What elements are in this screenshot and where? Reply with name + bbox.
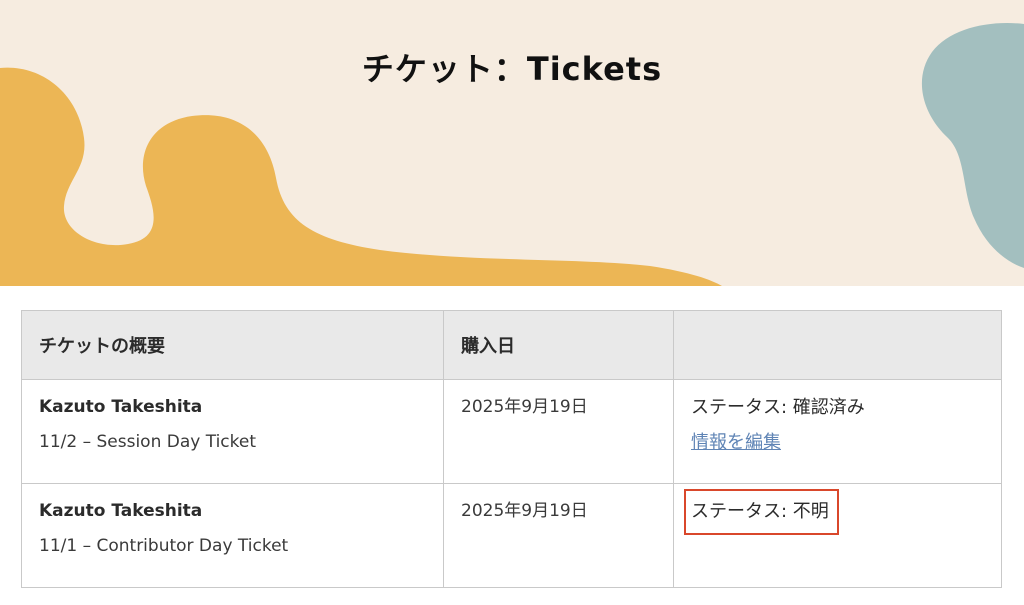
hero-banner: チケット：Tickets bbox=[0, 0, 1024, 286]
decorative-blobs bbox=[0, 23, 1024, 286]
edit-info-link[interactable]: 情報を編集 bbox=[691, 425, 1001, 461]
tickets-table: チケットの概要 購入日 Kazuto Takeshita 11/2 – Sess… bbox=[21, 310, 1002, 588]
attendee-name: Kazuto Takeshita bbox=[39, 501, 203, 521]
ticket-type: 11/1 – Contributor Day Ticket bbox=[39, 536, 289, 556]
purchase-date-cell: 2025年9月19日 bbox=[443, 379, 674, 484]
ticket-summary-cell: Kazuto Takeshita 11/1 – Contributor Day … bbox=[21, 483, 444, 588]
page-title: チケット：Tickets bbox=[361, 50, 663, 88]
orange-blob-shape bbox=[0, 67, 722, 286]
ticket-type: 11/2 – Session Day Ticket bbox=[39, 432, 257, 452]
ticket-summary-cell: Kazuto Takeshita 11/2 – Session Day Tick… bbox=[21, 379, 444, 484]
purchase-date: 2025年9月19日 bbox=[461, 397, 588, 417]
column-header-summary: チケットの概要 bbox=[21, 310, 444, 380]
table-row: Kazuto Takeshita 11/2 – Session Day Tick… bbox=[21, 379, 1002, 484]
status-cell: ステータス: 確認済み 情報を編集 bbox=[673, 379, 1002, 484]
attendee-name: Kazuto Takeshita bbox=[39, 397, 203, 417]
status-text-highlighted: ステータス: 不明 bbox=[684, 489, 839, 535]
status-cell: ステータス: 不明 bbox=[673, 483, 1002, 588]
column-header-purchase-date: 購入日 bbox=[443, 310, 674, 380]
column-header-status bbox=[673, 310, 1002, 380]
purchase-date: 2025年9月19日 bbox=[461, 501, 588, 521]
table-header-row: チケットの概要 購入日 bbox=[21, 310, 1002, 380]
purchase-date-cell: 2025年9月19日 bbox=[443, 483, 674, 588]
status-text: ステータス: 確認済み bbox=[691, 397, 865, 418]
table-row: Kazuto Takeshita 11/1 – Contributor Day … bbox=[21, 483, 1002, 588]
